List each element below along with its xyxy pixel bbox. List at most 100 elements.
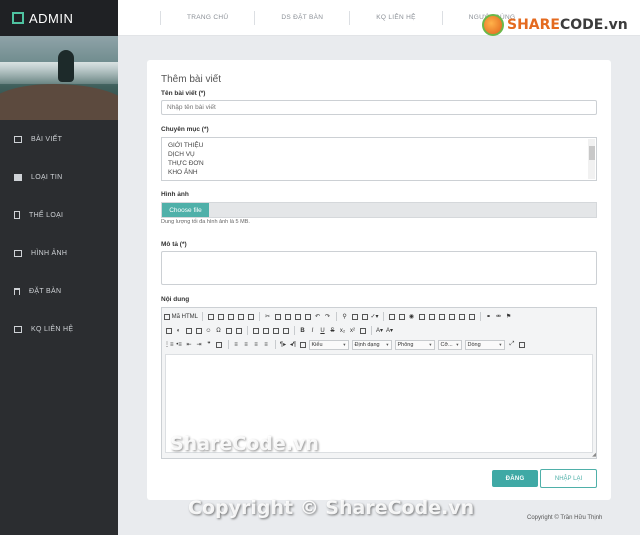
flash-button[interactable]: ◐ [174,326,183,335]
category-option[interactable]: DỊCH VỤ [168,150,590,159]
post-title-input[interactable] [161,100,597,115]
textfield-button[interactable] [417,312,426,321]
font-combo[interactable]: Phông ▾ [394,339,435,350]
form-button[interactable] [387,312,396,321]
table-button[interactable] [184,326,193,335]
save-button[interactable] [206,312,215,321]
smiley-button[interactable]: ☺ [204,326,213,335]
sidebar-item-the-loai[interactable]: THỂ LOẠI [0,196,118,234]
hidden-field-button[interactable] [467,312,476,321]
fullscreen-button[interactable]: ⤢ [508,340,517,349]
table-icon [185,327,192,334]
find-button[interactable]: ⚲ [340,312,349,321]
paste-button[interactable] [283,312,292,321]
textarea-button[interactable] [427,312,436,321]
replace-button[interactable] [350,312,359,321]
remove-format-button[interactable] [358,326,367,335]
align-center-button[interactable]: ≡ [242,340,251,349]
paste-icon [284,313,291,320]
format-combo[interactable]: Định dạng ▾ [351,339,392,350]
checkbox-button[interactable] [397,312,406,321]
category-option[interactable]: KHO ẢNH [168,168,590,177]
show-blocks-2-button[interactable] [518,340,527,349]
link-button[interactable]: ⚭ [484,312,493,321]
help-button[interactable] [281,326,290,335]
subscript-button[interactable]: x₂ [338,326,347,335]
undo-button[interactable]: ↶ [313,312,322,321]
copyright-text: Copyright © Trần Hữu Thịnh [527,515,603,521]
align-left-button[interactable]: ≡ [232,340,241,349]
image-button-icon [458,313,465,320]
radio-button[interactable]: ◉ [407,312,416,321]
top-nav-contact-results[interactable]: KQ LIÊN HỆ [349,10,441,25]
templates-button[interactable] [246,312,255,321]
cut-button[interactable]: ✂ [263,312,272,321]
align-justify-button[interactable]: ≡ [262,340,271,349]
category-select[interactable]: GIỚI THIỆU DỊCH VỤ THỰC ĐƠN KHO ẢNH [161,137,597,181]
outdent-button[interactable]: ⇤ [185,340,194,349]
font-size-combo[interactable]: Cỡ... ▾ [437,339,462,350]
button-button[interactable] [447,312,456,321]
image-icon [165,327,172,334]
sidebar-item-label: THỂ LOẠI [29,211,64,219]
paste-word-button[interactable] [303,312,312,321]
brand[interactable]: ADMIN [0,0,118,36]
print-button[interactable] [236,312,245,321]
reset-button[interactable]: NHẬP LẠI [540,469,597,488]
sidebar-item-hinh-anh[interactable]: HÌNH ẢNH [0,234,118,272]
ltr-button[interactable]: ¶▸ [279,340,288,349]
sidebar-hero-image [0,36,118,120]
sidebar-item-dat-ban[interactable]: ĐẶT BÀN [0,272,118,310]
category-option[interactable]: GIỚI THIỆU [168,141,590,150]
bg-color-button[interactable]: A▾ [385,326,394,335]
indent-button[interactable]: ⇥ [195,340,204,349]
paste-text-button[interactable] [293,312,302,321]
source-button[interactable]: Mã HTML [164,312,198,321]
unlink-button[interactable]: ⚮ [494,312,503,321]
superscript-button[interactable]: x² [348,326,357,335]
strike-button[interactable]: S [328,326,337,335]
about-button[interactable] [271,326,280,335]
maximize-button[interactable] [251,326,260,335]
select-all-button[interactable] [360,312,369,321]
style-combo[interactable]: Kiểu ▾ [308,339,349,350]
new-page-button[interactable] [216,312,225,321]
category-option[interactable]: THỰC ĐƠN [168,159,590,168]
italic-button[interactable]: I [308,326,317,335]
text-color-button[interactable]: A▾ [375,326,384,335]
submit-button[interactable]: ĐĂNG [492,470,538,487]
sidebar-item-kq-lien-he[interactable]: KQ LIÊN HỆ [0,310,118,348]
special-char-button[interactable]: Ω [214,326,223,335]
insert-image-button[interactable] [164,326,173,335]
language-button[interactable] [299,340,308,349]
horizontal-line-button[interactable] [194,326,203,335]
iframe-button[interactable] [234,326,243,335]
top-nav-reservations[interactable]: DS ĐẶT BÀN [254,10,349,25]
bulleted-list-button[interactable]: •≡ [175,340,184,349]
image-button-button[interactable] [457,312,466,321]
align-right-button[interactable]: ≡ [252,340,261,349]
numbered-list-button[interactable]: ⋮≡ [164,340,174,349]
select-button[interactable] [437,312,446,321]
bold-button[interactable]: B [298,326,307,335]
preview-button[interactable] [226,312,235,321]
description-textarea[interactable] [161,251,597,285]
sidebar-item-bai-viet[interactable]: BÀI VIẾT [0,120,118,158]
line-height-combo[interactable]: Dòng ▾ [464,339,505,350]
category-scrollbar-thumb[interactable] [589,146,595,160]
copy-button[interactable] [273,312,282,321]
anchor-button[interactable]: ⚑ [504,312,513,321]
choose-file-button[interactable]: Choose file [162,203,209,217]
div-button[interactable] [215,340,224,349]
resize-grip-icon[interactable]: ◢ [592,452,596,458]
spellcheck-button[interactable]: ✓▾ [370,312,379,321]
redo-button[interactable]: ↷ [323,312,332,321]
top-nav-home[interactable]: TRANG CHỦ [160,10,254,25]
page-break-button[interactable] [224,326,233,335]
rtl-button[interactable]: ◂¶ [289,340,298,349]
show-blocks-button[interactable] [261,326,270,335]
blockquote-button[interactable]: ❞ [205,340,214,349]
sidebar-item-loai-tin[interactable]: LOẠI TIN [0,158,118,196]
image-file-input[interactable]: Choose file [161,202,597,218]
underline-button[interactable]: U [318,326,327,335]
